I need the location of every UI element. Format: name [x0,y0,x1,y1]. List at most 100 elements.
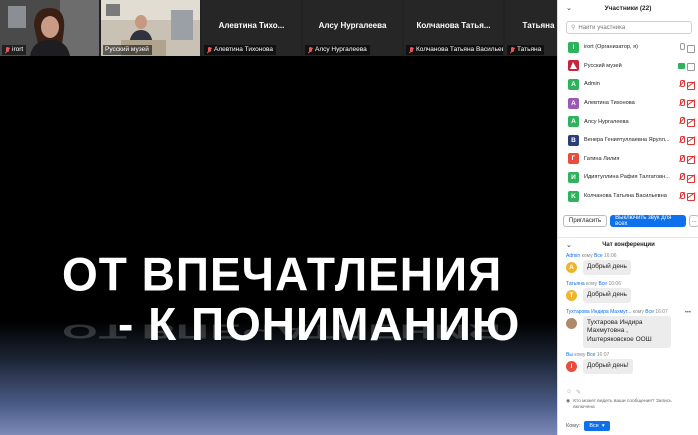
participant-row[interactable]: Русский музей [558,57,698,76]
participant-status-icons [678,135,696,146]
participant-name: Идиятуллина Рафия Талгатовн... [584,174,670,181]
participant-row[interactable]: A Алевтина Тихонова [558,94,698,113]
participant-name: Русский музей [584,62,622,69]
avatar: A [566,262,577,273]
participant-row[interactable]: Iirort (Организатор, я) [558,38,698,57]
participants-list: Iirort (Организатор, я) Русский музей A Adm… [558,38,698,205]
message-more-icon[interactable]: ••• [685,309,691,316]
mute-all-button[interactable]: Выключить звук для всех [610,215,687,227]
audio-active-icon [678,62,685,69]
participant-name: Admin [584,81,600,88]
participant-nametag: Алевтина Тихонова [204,45,276,55]
chat-recipient: Все [645,308,654,315]
slide-title-line-1: ОТ ВПЕЧАТЛЕНИЯ [62,247,503,301]
mic-muted-icon [678,154,685,163]
chat-time: 16:07 [596,351,610,358]
chat-message-text: Тухтарова Индира Махмутовна , Иштеряковс… [583,315,671,348]
participant-name: Гатина Лилия [584,155,620,162]
video-tile-irort[interactable]: irort [0,0,99,56]
camera-off-icon [687,81,696,90]
chat-message-meta: Вы кому Все 16:07 [558,351,698,359]
chat-message: I Добрый день! [566,358,698,374]
participant-name: irort [12,46,24,53]
chat-message: A Добрый день [566,260,698,275]
video-tile-russian-museum[interactable]: Русский музей [101,0,200,56]
participant-display-name: Алевтина Тихо... [218,21,285,30]
avatar: A [568,78,579,90]
more-button[interactable]: ... [689,215,698,227]
participant-status-icons [678,173,696,183]
chat-message-meta: Admin кому Все 16:06 [558,252,698,260]
chat-entry: Admin кому Все 16:06 A Добрый день [558,252,698,275]
participant-display-name: Алсу Нургалеева [318,21,387,30]
participant-row[interactable]: И Идиятуллина Рафия Талгатовн... [558,168,698,187]
video-tile-tatyana[interactable]: Татьяна Татьяна [505,0,557,56]
chevron-down-icon[interactable]: ⌄ [566,4,572,12]
participant-name: Русский музей [105,46,149,53]
chat-notice: ◉ Кто может видеть ваши сообщения? Запис… [566,399,694,411]
camera-off-icon [687,100,696,109]
participant-row[interactable]: K Колчанова Татьяна Васильевна [558,187,698,206]
mic-muted-icon [678,80,685,88]
mic-muted-icon [678,98,685,107]
participant-display-name: Татьяна [522,21,555,30]
participant-search[interactable]: ⚲ [566,21,692,34]
mic-muted-icon [4,46,10,54]
participant-status-icons [678,154,696,165]
avatar: Г [568,153,579,165]
video-strip: irort Русский музей Алевтина Тихо... Але… [0,0,557,56]
chat-tools: ☺ ✎ [566,389,581,396]
video-tile-kolchanova[interactable]: Колчанова Татья... Колчанова Татьяна Вас… [404,0,503,56]
chevron-down-icon[interactable]: ⌄ [566,241,572,249]
video-tile-alevtina[interactable]: Алевтина Тихо... Алевтина Тихонова [202,0,301,56]
participant-name: Колчанова Татьяна Васильев... [416,46,503,53]
chat-message-meta: Татьяна кому Все 16:06 [558,280,698,288]
emoji-icon[interactable]: ☺ [566,389,572,396]
chat-entry: Вы кому Все 16:07 I Добрый день! [558,351,698,374]
file-icon[interactable]: ✎ [576,389,581,396]
chat-message-meta: Тухтарова Индира Махмут... кому Все 16:0… [558,308,698,316]
avatar: K [568,190,579,202]
participant-nametag: Алсу Нургалеева [305,45,370,55]
mic-icon [678,43,685,51]
video-tile-alsu[interactable]: Алсу Нургалеева Алсу Нургалеева [303,0,402,56]
participant-row[interactable]: Г Гатина Лилия [558,150,698,169]
mic-muted-icon [206,46,212,54]
participant-row[interactable]: A Алсу Нургалеева [558,112,698,131]
participant-row[interactable]: B Венера Гениятуллаевна Ярулл... [558,131,698,150]
camera-off-icon [687,118,696,127]
search-input[interactable] [578,24,679,31]
recipient-label: Кому: [566,422,581,429]
chat-recipient: Все [594,253,603,259]
camera-icon [687,44,696,53]
participant-name: Алсу Нургалеева [584,118,629,125]
recipient-select[interactable]: Все ▾ [584,420,610,431]
participant-display-name: Колчанова Татья... [416,21,491,30]
eye-icon: ◉ [566,399,571,404]
camera-off-icon [687,156,696,165]
chat-title: Чат конференции [602,241,655,248]
chat-message: Тухтарова Индира Махмутовна , Иштеряковс… [566,315,698,348]
chat-entry: Тухтарова Индира Махмут... кому Все 16:0… [558,308,698,348]
chat-recipient: Все [586,351,596,358]
chat-to-label: кому [586,280,598,287]
participants-actions: Пригласить Выключить звук для всех ... [558,215,698,227]
mic-muted-icon [678,173,685,181]
camera-off-icon [687,193,696,202]
participant-status-icons [678,191,696,202]
chat-time: 16:07 [655,308,668,315]
participant-row[interactable]: A Admin [558,75,698,94]
zoom-window: irort Русский музей Алевтина Тихо... Але… [0,0,698,435]
chat-message-text: Добрый день [583,260,631,275]
chat-sender: Вы [566,351,573,358]
participant-name: Алевтина Тихонова [584,100,635,107]
participant-status-icons [678,98,696,109]
participant-name: irort (Организатор, я) [584,44,639,51]
chat-recipient: Все [598,280,608,287]
camera-icon [687,62,696,71]
avatar: A [568,97,579,109]
invite-button[interactable]: Пригласить [563,215,608,227]
participants-header: ⌄ Участники (22) [558,0,698,17]
mic-muted-icon [678,135,685,144]
chat-header: ⌄ Чат конференции [558,237,698,251]
